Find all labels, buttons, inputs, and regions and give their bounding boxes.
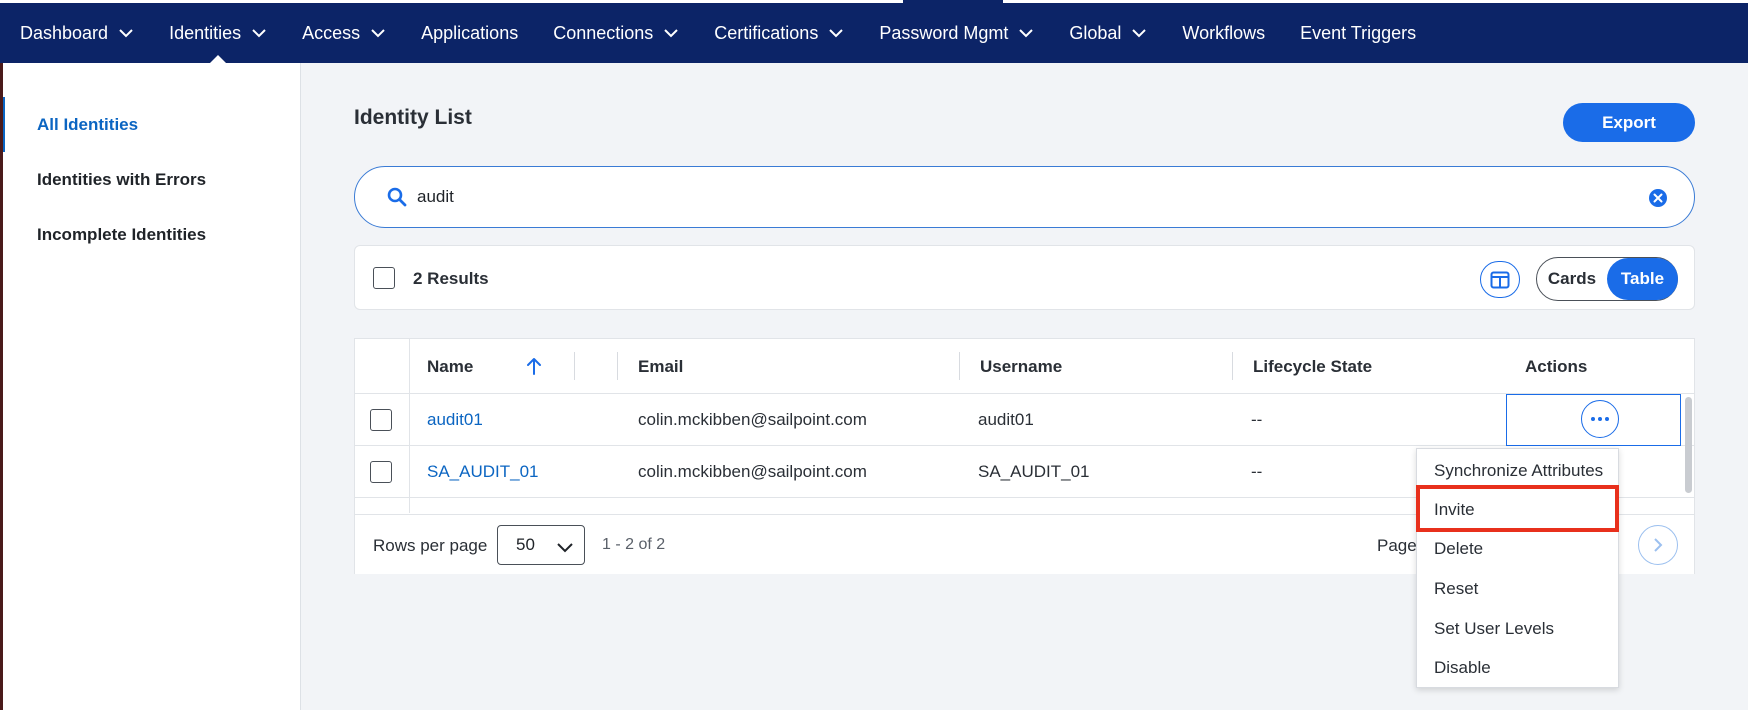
- sidebar-item-incomplete-identities[interactable]: Incomplete Identities: [0, 207, 300, 262]
- chevron-down-icon: [252, 29, 266, 38]
- clear-search-icon[interactable]: [1648, 188, 1668, 208]
- column-settings-button[interactable]: [1480, 261, 1520, 298]
- next-page-button[interactable]: [1638, 525, 1678, 565]
- active-caret-icon: [210, 55, 227, 63]
- select-all-checkbox[interactable]: [373, 267, 395, 289]
- search-icon: [387, 187, 407, 207]
- row-checkbox[interactable]: [370, 409, 392, 431]
- search-bar: [354, 166, 1695, 228]
- header-actions: Actions: [1525, 357, 1588, 376]
- nav-password-mgmt[interactable]: Password Mgmt: [879, 3, 1034, 63]
- chevron-down-icon: [1132, 29, 1147, 38]
- nav-dashboard[interactable]: Dashboard: [20, 3, 134, 63]
- results-toolbar: 2 Results Cards Table: [354, 245, 1695, 310]
- rows-per-page-select[interactable]: 50: [497, 525, 585, 565]
- header-name[interactable]: Name: [427, 357, 473, 377]
- search-input[interactable]: [417, 187, 1597, 207]
- page-title: Identity List: [354, 106, 472, 129]
- menu-item-set-user-levels[interactable]: Set User Levels: [1417, 609, 1618, 648]
- view-cards-button[interactable]: Cards: [1537, 258, 1607, 300]
- columns-icon: [1490, 271, 1510, 288]
- invite-highlight-box: [1416, 485, 1619, 532]
- top-nav: Dashboard Identities Access Applications…: [0, 0, 1748, 63]
- header-separator: [959, 352, 960, 380]
- more-horizontal-icon: [1591, 417, 1609, 421]
- actions-cell-focused: [1506, 394, 1681, 446]
- identity-email: colin.mckibben@sailpoint.com: [638, 410, 867, 429]
- chevron-right-icon: [1654, 538, 1663, 552]
- row-checkbox[interactable]: [370, 461, 392, 483]
- menu-item-reset[interactable]: Reset: [1417, 569, 1618, 608]
- nav-workflows[interactable]: Workflows: [1182, 3, 1265, 63]
- header-username[interactable]: Username: [980, 357, 1062, 377]
- row-actions-menu: Synchronize Attributes Invite Delete Res…: [1416, 448, 1619, 688]
- header-separator: [617, 352, 618, 380]
- table-row: audit01 colin.mckibben@sailpoint.com aud…: [355, 394, 1694, 446]
- sidebar-item-identities-with-errors[interactable]: Identities with Errors: [0, 152, 300, 207]
- chevron-down-icon: [829, 29, 844, 38]
- nav-applications[interactable]: Applications: [421, 3, 518, 63]
- sidebar-item-all-identities[interactable]: All Identities: [0, 97, 300, 152]
- results-count: 2 Results: [413, 269, 489, 288]
- page-range: 1 - 2 of 2: [602, 536, 666, 553]
- row-actions-button[interactable]: [1581, 400, 1619, 438]
- header-email[interactable]: Email: [638, 357, 683, 377]
- header-separator: [1232, 352, 1233, 380]
- identity-lifecycle-state: --: [1251, 462, 1263, 481]
- menu-item-delete[interactable]: Delete: [1417, 529, 1618, 568]
- chevron-down-icon: [664, 29, 678, 38]
- nav-access[interactable]: Access: [302, 3, 386, 63]
- chevron-down-icon: [1019, 29, 1034, 38]
- sort-ascending-icon[interactable]: [525, 356, 543, 376]
- chevron-down-icon: [371, 29, 385, 38]
- table-header: Name Email Username Lifecycle State Acti…: [355, 339, 1694, 394]
- identity-username: audit01: [978, 410, 1034, 429]
- sidebar: All Identities Identities with Errors In…: [0, 63, 301, 710]
- rows-per-page-label: Rows per page: [373, 536, 488, 555]
- identity-lifecycle-state: --: [1251, 410, 1263, 429]
- window-edge: [0, 63, 3, 710]
- menu-item-disable[interactable]: Disable: [1417, 648, 1618, 687]
- header-lifecycle-state[interactable]: Lifecycle State: [1253, 357, 1372, 377]
- export-button[interactable]: Export: [1563, 103, 1695, 142]
- nav-certifications[interactable]: Certifications: [714, 3, 844, 63]
- identity-email: colin.mckibben@sailpoint.com: [638, 462, 867, 481]
- nav-event-triggers[interactable]: Event Triggers: [1300, 3, 1416, 63]
- view-table-button[interactable]: Table: [1607, 258, 1678, 300]
- identity-name-link[interactable]: audit01: [427, 410, 483, 430]
- page-label: Page: [1377, 536, 1417, 555]
- table-scrollbar[interactable]: [1685, 397, 1692, 493]
- identity-username: SA_AUDIT_01: [978, 462, 1090, 481]
- chevron-down-icon: [557, 543, 573, 553]
- nav-connections[interactable]: Connections: [553, 3, 679, 63]
- chevron-down-icon: [119, 29, 133, 38]
- identity-name-link[interactable]: SA_AUDIT_01: [427, 462, 539, 482]
- view-toggle: Cards Table: [1536, 257, 1678, 301]
- nav-global[interactable]: Global: [1069, 3, 1147, 63]
- header-separator: [574, 352, 575, 380]
- nav-identities[interactable]: Identities: [169, 3, 267, 63]
